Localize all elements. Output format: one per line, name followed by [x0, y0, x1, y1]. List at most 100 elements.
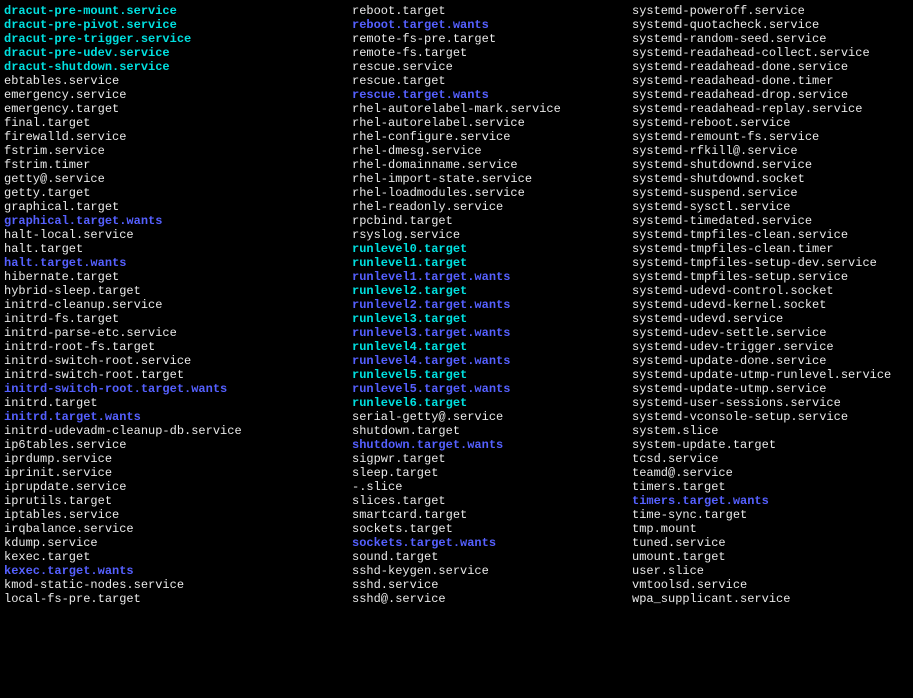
file-entry: systemd-timedated.service: [632, 214, 812, 228]
file-entry: initrd-switch-root.target.wants: [4, 382, 352, 396]
file-entry: systemd-tmpfiles-clean.service: [632, 228, 848, 242]
file-entry: systemd-readahead-done.service: [632, 60, 848, 74]
file-entry: runlevel1.target.wants: [352, 270, 632, 284]
file-entry: rhel-autorelabel.service: [352, 116, 632, 130]
file-entry: kdump.service: [4, 536, 352, 550]
listing-row: initrd-root-fs.targetrunlevel4.targetsys…: [4, 340, 909, 354]
file-entry: irqbalance.service: [4, 522, 352, 536]
file-entry: runlevel4.target.wants: [352, 354, 632, 368]
file-entry: systemd-update-utmp-runlevel.service: [632, 368, 891, 382]
terminal-output: dracut-pre-mount.servicereboot.targetsys…: [4, 4, 909, 606]
listing-row: ebtables.servicerescue.targetsystemd-rea…: [4, 74, 909, 88]
listing-row: ip6tables.serviceshutdown.target.wantssy…: [4, 438, 909, 452]
file-entry: emergency.target: [4, 102, 352, 116]
file-entry: dracut-pre-udev.service: [4, 46, 352, 60]
file-entry: hybrid-sleep.target: [4, 284, 352, 298]
file-entry: smartcard.target: [352, 508, 632, 522]
file-entry: rhel-dmesg.service: [352, 144, 632, 158]
file-entry: sshd.service: [352, 578, 632, 592]
file-entry: systemd-shutdownd.socket: [632, 172, 805, 186]
listing-row: initrd-cleanup.servicerunlevel2.target.w…: [4, 298, 909, 312]
file-entry: sshd-keygen.service: [352, 564, 632, 578]
listing-row: iptables.servicesmartcard.targettime-syn…: [4, 508, 909, 522]
file-entry: emergency.service: [4, 88, 352, 102]
listing-row: getty@.servicerhel-import-state.services…: [4, 172, 909, 186]
file-entry: iprupdate.service: [4, 480, 352, 494]
file-entry: dracut-pre-trigger.service: [4, 32, 352, 46]
file-entry: hibernate.target: [4, 270, 352, 284]
listing-row: iprutils.targetslices.targettimers.targe…: [4, 494, 909, 508]
listing-row: initrd-switch-root.targetrunlevel5.targe…: [4, 368, 909, 382]
file-entry: rhel-domainname.service: [352, 158, 632, 172]
file-entry: initrd.target.wants: [4, 410, 352, 424]
file-entry: systemd-reboot.service: [632, 116, 790, 130]
listing-row: kexec.target.wantssshd-keygen.serviceuse…: [4, 564, 909, 578]
file-entry: kexec.target: [4, 550, 352, 564]
listing-row: getty.targetrhel-loadmodules.servicesyst…: [4, 186, 909, 200]
file-entry: system.slice: [632, 424, 718, 438]
file-entry: halt.target: [4, 242, 352, 256]
listing-row: irqbalance.servicesockets.targettmp.moun…: [4, 522, 909, 536]
file-entry: graphical.target.wants: [4, 214, 352, 228]
file-entry: fstrim.service: [4, 144, 352, 158]
file-entry: runlevel4.target: [352, 340, 632, 354]
file-entry: rhel-configure.service: [352, 130, 632, 144]
file-entry: systemd-readahead-drop.service: [632, 88, 848, 102]
file-entry: initrd-cleanup.service: [4, 298, 352, 312]
listing-row: initrd.targetrunlevel6.targetsystemd-use…: [4, 396, 909, 410]
listing-row: initrd.target.wantsserial-getty@.service…: [4, 410, 909, 424]
file-entry: rpcbind.target: [352, 214, 632, 228]
file-entry: system-update.target: [632, 438, 776, 452]
file-entry: rhel-loadmodules.service: [352, 186, 632, 200]
listing-row: halt-local.servicersyslog.servicesystemd…: [4, 228, 909, 242]
file-entry: rsyslog.service: [352, 228, 632, 242]
file-entry: time-sync.target: [632, 508, 747, 522]
file-entry: iprdump.service: [4, 452, 352, 466]
file-entry: shutdown.target.wants: [352, 438, 632, 452]
listing-row: initrd-switch-root.servicerunlevel4.targ…: [4, 354, 909, 368]
file-entry: shutdown.target: [352, 424, 632, 438]
listing-row: emergency.targetrhel-autorelabel-mark.se…: [4, 102, 909, 116]
file-entry: teamd@.service: [632, 466, 733, 480]
file-entry: graphical.target: [4, 200, 352, 214]
file-entry: sshd@.service: [352, 592, 632, 606]
file-entry: sleep.target: [352, 466, 632, 480]
file-entry: reboot.target: [352, 4, 632, 18]
file-entry: halt.target.wants: [4, 256, 352, 270]
listing-row: fstrim.timerrhel-domainname.servicesyste…: [4, 158, 909, 172]
file-entry: systemd-update-utmp.service: [632, 382, 826, 396]
file-entry: firewalld.service: [4, 130, 352, 144]
file-entry: fstrim.timer: [4, 158, 352, 172]
listing-row: graphical.targetrhel-readonly.servicesys…: [4, 200, 909, 214]
file-entry: systemd-sysctl.service: [632, 200, 790, 214]
file-entry: sockets.target.wants: [352, 536, 632, 550]
file-entry: ip6tables.service: [4, 438, 352, 452]
listing-row: dracut-pre-mount.servicereboot.targetsys…: [4, 4, 909, 18]
file-entry: systemd-update-done.service: [632, 354, 826, 368]
file-entry: runlevel3.target: [352, 312, 632, 326]
file-entry: initrd-switch-root.service: [4, 354, 352, 368]
listing-row: final.targetrhel-autorelabel.servicesyst…: [4, 116, 909, 130]
file-entry: systemd-readahead-replay.service: [632, 102, 862, 116]
file-entry: rescue.service: [352, 60, 632, 74]
listing-row: iprupdate.service-.slicetimers.target: [4, 480, 909, 494]
file-entry: systemd-poweroff.service: [632, 4, 805, 18]
listing-row: initrd-parse-etc.servicerunlevel3.target…: [4, 326, 909, 340]
file-entry: iprutils.target: [4, 494, 352, 508]
listing-row: halt.target.wantsrunlevel1.targetsystemd…: [4, 256, 909, 270]
file-entry: runlevel5.target.wants: [352, 382, 632, 396]
listing-row: fstrim.servicerhel-dmesg.servicesystemd-…: [4, 144, 909, 158]
file-entry: ebtables.service: [4, 74, 352, 88]
file-entry: local-fs-pre.target: [4, 592, 352, 606]
file-entry: systemd-random-seed.service: [632, 32, 826, 46]
file-entry: rhel-import-state.service: [352, 172, 632, 186]
file-entry: systemd-udev-settle.service: [632, 326, 826, 340]
listing-row: iprdump.servicesigpwr.targettcsd.service: [4, 452, 909, 466]
file-entry: initrd-udevadm-cleanup-db.service: [4, 424, 352, 438]
file-entry: iptables.service: [4, 508, 352, 522]
listing-row: graphical.target.wantsrpcbind.targetsyst…: [4, 214, 909, 228]
file-entry: initrd-parse-etc.service: [4, 326, 352, 340]
file-entry: wpa_supplicant.service: [632, 592, 790, 606]
file-entry: dracut-shutdown.service: [4, 60, 352, 74]
file-entry: dracut-pre-mount.service: [4, 4, 352, 18]
